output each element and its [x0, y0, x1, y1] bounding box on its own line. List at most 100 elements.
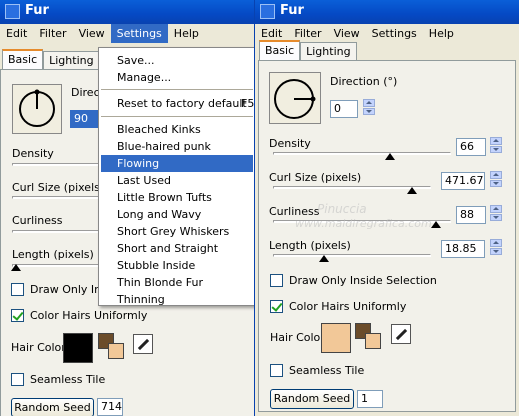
spin-up-icon[interactable] — [490, 137, 502, 145]
front-tab-lighting[interactable]: Lighting — [300, 42, 357, 60]
menu-separator — [101, 116, 253, 117]
back-length-thumb[interactable] — [11, 264, 21, 271]
front-hair-color-label: Hair Color — [270, 331, 325, 344]
menu-item-preset[interactable]: Bleached Kinks — [101, 121, 253, 138]
spin-down-icon[interactable] — [490, 179, 502, 187]
back-eyedropper-icon[interactable] — [133, 334, 153, 354]
menu-item-preset[interactable]: Short Grey Whiskers — [101, 223, 253, 240]
menu-item-preset[interactable]: Thinning — [101, 291, 253, 308]
back-curliness-slider[interactable] — [12, 230, 102, 233]
front-curl-size-spinner[interactable] — [490, 171, 502, 187]
front-curliness-spinner[interactable] — [490, 205, 502, 221]
menu-item-preset[interactable]: Blue-haired punk — [101, 138, 253, 155]
back-color-uniform-checkbox[interactable] — [11, 309, 24, 322]
spin-up-icon[interactable] — [363, 99, 375, 107]
front-direction-input[interactable]: 0 — [330, 100, 358, 118]
front-eyedropper-icon[interactable] — [391, 324, 411, 344]
front-menu-help[interactable]: Help — [423, 24, 460, 43]
front-bg-swatch[interactable] — [365, 333, 381, 349]
watermark-url: www.maldiregrafica.com — [295, 217, 432, 230]
menu-item-preset[interactable]: Thin Blonde Fur — [101, 274, 253, 291]
back-draw-only-inside-checkbox[interactable] — [11, 283, 24, 296]
back-menu-bar: Edit Filter View Settings Help — [0, 24, 260, 43]
front-direction-spinner[interactable] — [363, 99, 375, 115]
back-seamless-tile-checkbox[interactable] — [11, 373, 24, 386]
back-menu-edit[interactable]: Edit — [0, 24, 33, 43]
menu-item-preset[interactable]: Short and Straight — [101, 240, 253, 257]
back-title: Fur — [25, 3, 49, 18]
front-random-seed-button[interactable]: Random Seed — [270, 389, 354, 409]
front-curliness-thumb[interactable] — [431, 221, 441, 228]
spin-up-icon[interactable] — [490, 239, 502, 247]
back-random-seed-input[interactable]: 714 — [97, 398, 123, 416]
spin-up-icon[interactable] — [490, 205, 502, 213]
front-title-bar[interactable]: Fur — [255, 0, 519, 24]
back-menu-filter[interactable]: Filter — [33, 24, 72, 43]
front-menu-view[interactable]: View — [328, 24, 366, 43]
front-density-spinner[interactable] — [490, 137, 502, 153]
back-density-label: Density — [12, 147, 54, 160]
front-menu-settings[interactable]: Settings — [366, 24, 423, 43]
menu-item-reset[interactable]: Reset to factory default F5 — [101, 95, 255, 112]
spin-down-icon[interactable] — [490, 145, 502, 153]
app-icon — [5, 4, 20, 19]
back-menu-settings[interactable]: Settings — [110, 24, 168, 43]
front-density-slider[interactable] — [273, 152, 451, 155]
front-tabs: Basic Lighting — [259, 40, 357, 60]
settings-dropdown-menu: Save... Manage... Reset to factory defau… — [98, 47, 256, 306]
front-title: Fur — [280, 3, 304, 18]
front-density-thumb[interactable] — [385, 153, 395, 160]
back-tab-basic[interactable]: Basic — [2, 49, 44, 69]
front-color-uniform-checkbox[interactable] — [270, 300, 283, 313]
back-direction-input[interactable]: 90 — [70, 110, 100, 128]
front-curliness-input[interactable]: 88 — [456, 206, 486, 224]
back-curl-size-slider[interactable] — [12, 196, 102, 199]
front-seamless-tile-label: Seamless Tile — [289, 364, 365, 377]
back-direction-dial[interactable] — [12, 84, 62, 134]
menu-item-preset[interactable]: Long and Wavy — [101, 206, 253, 223]
back-hair-color-swatch[interactable] — [63, 333, 93, 363]
back-density-slider[interactable] — [12, 163, 102, 166]
menu-item-manage[interactable]: Manage... — [101, 69, 253, 86]
front-seamless-tile-checkbox[interactable] — [270, 364, 283, 377]
spin-up-icon[interactable] — [490, 171, 502, 179]
menu-item-reset-shortcut: F5 — [241, 97, 255, 110]
back-menu-view[interactable]: View — [73, 24, 111, 43]
back-length-slider[interactable] — [12, 264, 102, 267]
front-direction-dial[interactable] — [269, 72, 321, 124]
front-length-thumb[interactable] — [319, 255, 329, 262]
back-title-bar[interactable]: Fur — [0, 0, 260, 24]
front-direction-label: Direction (°) — [330, 75, 398, 88]
back-tabs: Basic Lighting — [2, 49, 100, 69]
front-length-input[interactable]: 18.85 — [441, 240, 485, 258]
spin-down-icon[interactable] — [490, 213, 502, 221]
front-window: Fur Edit Filter View Settings Help Basic… — [254, 0, 519, 416]
back-curl-size-label: Curl Size (pixels) — [12, 181, 105, 194]
front-density-input[interactable]: 66 — [456, 138, 486, 156]
menu-item-preset[interactable]: Last Used — [101, 172, 253, 189]
back-hair-color-label: Hair Color — [11, 341, 66, 354]
menu-item-manage-label: Manage... — [117, 71, 172, 84]
front-hair-color-swatch[interactable] — [321, 323, 351, 353]
front-length-slider[interactable] — [273, 254, 431, 257]
menu-item-save[interactable]: Save... — [101, 52, 253, 69]
back-menu-help[interactable]: Help — [168, 24, 205, 43]
dial-circle-icon — [19, 89, 55, 127]
back-tab-lighting[interactable]: Lighting — [43, 51, 100, 69]
front-draw-only-inside-checkbox[interactable] — [270, 274, 283, 287]
back-random-seed-button[interactable]: Random Seed — [11, 398, 94, 416]
back-bg-swatch[interactable] — [108, 343, 124, 359]
spin-down-icon[interactable] — [363, 107, 375, 115]
menu-item-preset-highlighted[interactable]: Flowing — [101, 155, 253, 172]
menu-item-preset[interactable]: Stubble Inside — [101, 257, 253, 274]
front-curl-size-thumb[interactable] — [407, 187, 417, 194]
app-icon — [260, 4, 275, 19]
spin-down-icon[interactable] — [490, 247, 502, 255]
front-length-label: Length (pixels) — [269, 239, 351, 252]
front-curl-size-input[interactable]: 471.67 — [441, 172, 485, 190]
front-random-seed-input[interactable]: 1 — [357, 390, 383, 408]
front-tab-basic[interactable]: Basic — [259, 40, 301, 60]
front-color-uniform-label: Color Hairs Uniformly — [289, 300, 407, 313]
front-length-spinner[interactable] — [490, 239, 502, 255]
menu-item-preset[interactable]: Little Brown Tufts — [101, 189, 253, 206]
